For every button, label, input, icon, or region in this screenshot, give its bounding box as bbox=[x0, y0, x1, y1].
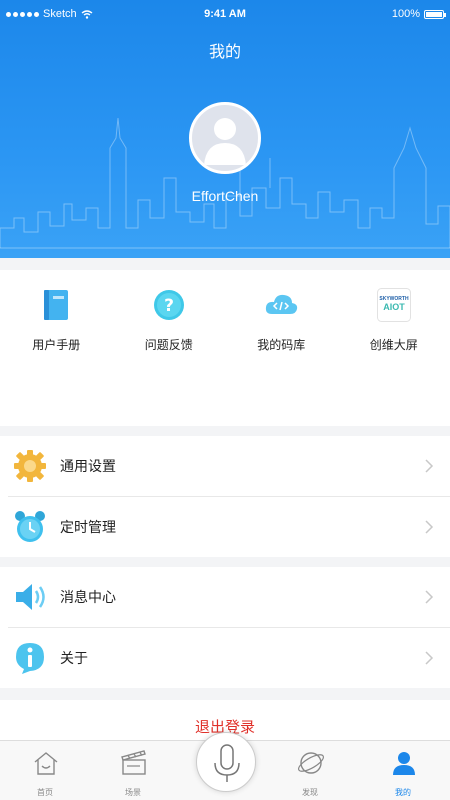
planet-icon bbox=[298, 752, 324, 774]
chevron-right-icon bbox=[425, 651, 434, 665]
cloud-code-icon bbox=[265, 294, 298, 314]
tool-feedback[interactable]: ? 问题反馈 bbox=[113, 270, 226, 426]
chevron-right-icon bbox=[425, 459, 434, 473]
row-about[interactable]: 关于 bbox=[0, 628, 450, 688]
home-icon bbox=[34, 752, 58, 775]
info-icon bbox=[16, 643, 44, 674]
tab-mine[interactable]: 我的 bbox=[358, 741, 448, 800]
svg-text:AIOT: AIOT bbox=[383, 302, 405, 312]
battery-percent: 100% bbox=[391, 8, 420, 20]
user-icon bbox=[393, 752, 415, 775]
user-silhouette-icon bbox=[204, 118, 246, 165]
tool-code-library[interactable]: 我的码库 bbox=[225, 270, 338, 426]
tool-skyworth-screen[interactable]: SKYWORTH AIOT 创维大屏 bbox=[338, 270, 450, 426]
tab-discover[interactable]: 发现 bbox=[265, 741, 355, 800]
avatar[interactable] bbox=[189, 102, 261, 174]
battery-icon bbox=[424, 9, 446, 19]
row-general-settings[interactable]: 通用设置 bbox=[0, 436, 450, 496]
gear-icon bbox=[14, 450, 46, 482]
chevron-right-icon bbox=[425, 590, 434, 604]
speaker-icon bbox=[16, 584, 45, 610]
book-icon bbox=[44, 290, 68, 320]
tab-home[interactable]: 首页 bbox=[0, 741, 90, 800]
clapper-icon bbox=[121, 750, 146, 775]
row-label: 关于 bbox=[60, 651, 88, 667]
quick-tools: 用户手册 ? 问题反馈 我的码库 SKYWORTH AIOT 创维大屏 bbox=[0, 270, 450, 426]
row-label: 消息中心 bbox=[60, 590, 116, 606]
profile-header: Sketch 9:41 AM 100% 我的 EffortChen bbox=[0, 0, 450, 258]
question-icon: ? bbox=[153, 290, 184, 320]
voice-button[interactable] bbox=[196, 732, 256, 792]
username[interactable]: EffortChen bbox=[0, 188, 450, 204]
chevron-right-icon bbox=[425, 520, 434, 534]
row-label: 定时管理 bbox=[60, 520, 116, 536]
tool-user-manual[interactable]: 用户手册 bbox=[0, 270, 113, 426]
tab-scene[interactable]: 场景 bbox=[88, 741, 178, 800]
alarm-clock-icon bbox=[15, 511, 45, 542]
microphone-icon bbox=[214, 744, 240, 782]
skyworth-logo: SKYWORTH AIOT bbox=[376, 288, 411, 322]
row-label: 通用设置 bbox=[60, 459, 116, 475]
row-timer-management[interactable]: 定时管理 bbox=[0, 497, 450, 557]
info-group: 消息中心 关于 bbox=[0, 567, 450, 688]
settings-group: 通用设置 定时管理 bbox=[0, 436, 450, 557]
row-message-center[interactable]: 消息中心 bbox=[0, 567, 450, 627]
svg-text:?: ? bbox=[164, 296, 174, 316]
page-title: 我的 bbox=[208, 42, 241, 61]
status-time: 9:41 AM bbox=[204, 8, 246, 20]
status-bar: Sketch 9:41 AM 100% bbox=[0, 0, 450, 28]
